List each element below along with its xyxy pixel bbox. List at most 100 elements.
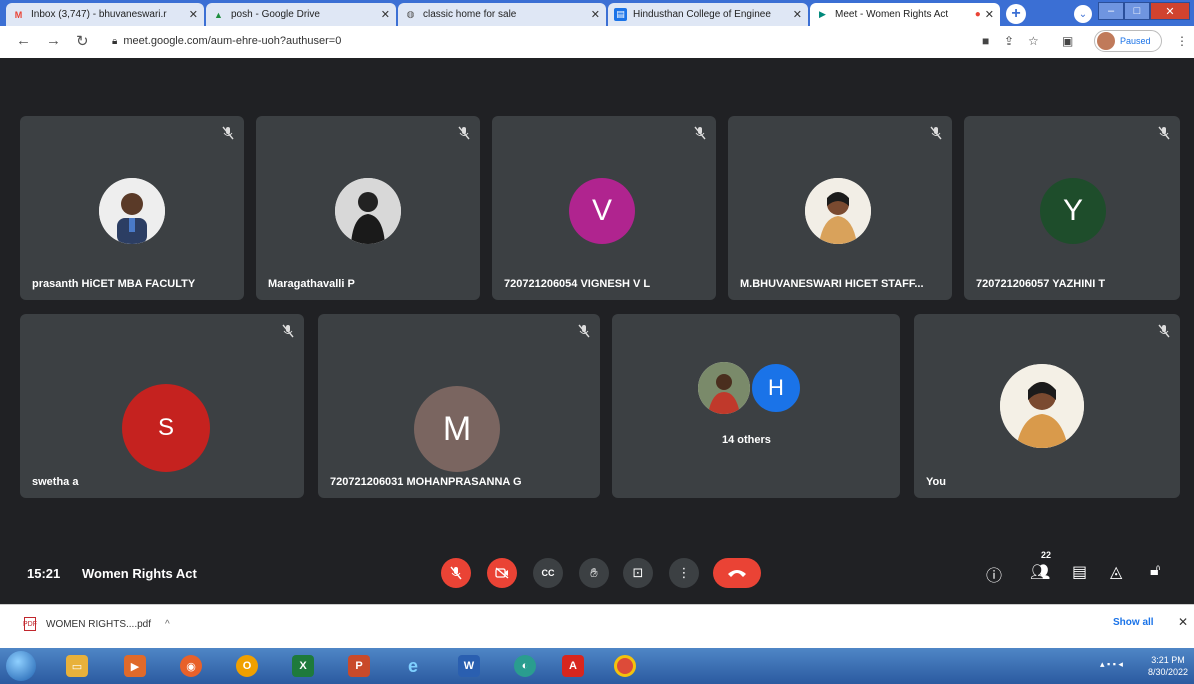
present-icon: ⊡ (632, 565, 644, 580)
close-icon[interactable]: ✕ (793, 8, 802, 21)
leave-call-button[interactable] (713, 558, 761, 588)
word-icon[interactable]: W (458, 655, 480, 677)
edge-icon[interactable]: ◐ (514, 655, 536, 677)
window-close-button[interactable]: ✕ (1150, 2, 1190, 20)
hand-icon: ✋︎ (590, 565, 598, 580)
tab-label: Hindusthan College of Enginee (633, 9, 771, 20)
taskbar: ▭ ▶ ◉ O X P e W ◐ A ▴ ▪ ▪ ◂ 3:21 PM 8/30… (0, 648, 1194, 684)
avatar: S (122, 384, 210, 472)
more-options-button[interactable]: ⋮ (669, 558, 699, 588)
avatar: H (750, 362, 802, 414)
reload-icon[interactable]: ↻ (76, 32, 89, 50)
tab-search-icon[interactable]: ⌄ (1074, 5, 1092, 23)
host-controls-icon[interactable]: 🔓︎ (1150, 562, 1160, 580)
start-button[interactable] (6, 651, 36, 681)
new-tab-button[interactable]: + (1006, 4, 1026, 24)
tab-hindusthan-college[interactable]: ▤ Hindusthan College of Enginee ✕ (608, 3, 808, 26)
close-downloads-button[interactable]: ✕ (1178, 615, 1188, 629)
meeting-title: Women Rights Act (82, 566, 197, 581)
downloads-bar: PDF WOMEN RIGHTS....pdf ^ Show all ✕ (0, 604, 1194, 648)
avatar: Y (1040, 178, 1106, 244)
participant-name: You (926, 476, 946, 488)
tab-meet[interactable]: ▶ Meet - Women Rights Act ● ✕ (810, 3, 1000, 26)
minimize-button[interactable]: – (1098, 2, 1124, 20)
activities-icon[interactable]: ◬ (1110, 562, 1122, 582)
present-button[interactable]: ⊡ (623, 558, 653, 588)
mic-off-icon (282, 324, 294, 338)
url-text: meet.google.com/aum-ehre-uoh?authuser=0 (123, 35, 342, 47)
tab-drive[interactable]: ▲ posh - Google Drive ✕ (206, 3, 396, 26)
clock-time: 3:21 PM (1151, 655, 1185, 665)
side-panel-icon[interactable]: ▣ (1062, 34, 1073, 48)
menu-kebab-icon[interactable]: ⋮ (1176, 34, 1188, 48)
close-icon[interactable]: ✕ (189, 8, 198, 21)
meet-stage: prasanth HiCET MBA FACULTY Maragathavall… (0, 58, 1194, 604)
forward-icon[interactable]: → (46, 32, 61, 49)
mic-off-icon (1158, 324, 1170, 338)
info-icon[interactable]: ⓘ (986, 562, 1002, 586)
taskbar-clock[interactable]: 3:21 PM 8/30/2022 (1148, 654, 1188, 678)
share-icon[interactable]: ⇪ (1004, 34, 1014, 48)
avatar (698, 362, 750, 414)
tab-gmail[interactable]: M Inbox (3,747) - bhuvaneswari.r ✕ (6, 3, 204, 26)
more-vert-icon: ⋮ (677, 565, 691, 580)
captions-button[interactable]: CC (533, 558, 563, 588)
bookmark-star-icon[interactable]: ☆ (1028, 34, 1039, 48)
participant-tile[interactable]: Maragathavalli P (256, 116, 480, 300)
chrome-icon[interactable] (614, 655, 636, 677)
back-icon[interactable]: ← (16, 32, 31, 49)
address-bar: ← → ↻ 🔒︎ meet.google.com/aum-ehre-uoh?aut… (0, 26, 1194, 58)
tab-label: classic home for sale (423, 9, 517, 20)
college-icon: ▤ (614, 8, 627, 21)
excel-icon[interactable]: X (292, 655, 314, 677)
tab-label: Meet - Women Rights Act (835, 9, 949, 20)
participant-tile[interactable]: prasanth HiCET MBA FACULTY (20, 116, 244, 300)
raise-hand-button[interactable]: ✋︎ (579, 558, 609, 588)
participant-tile[interactable]: M.BHUVANESWARI HICET STAFF... (728, 116, 952, 300)
powerpoint-icon[interactable]: P (348, 655, 370, 677)
globe-icon: ◍ (406, 9, 415, 19)
participant-tile[interactable]: S swetha a (20, 314, 304, 498)
system-tray-icons[interactable]: ▴ ▪ ▪ ◂ (1100, 659, 1123, 670)
window-controls: – □ ✕ (1098, 2, 1190, 20)
media-player-icon[interactable]: ▶ (124, 655, 146, 677)
chevron-up-icon[interactable]: ^ (165, 619, 170, 630)
explorer-icon[interactable]: ▭ (66, 655, 88, 677)
avatar (335, 178, 401, 244)
opera-icon[interactable]: O (236, 655, 258, 677)
mic-off-icon (458, 126, 470, 140)
download-item[interactable]: PDF WOMEN RIGHTS....pdf ^ (23, 617, 170, 631)
participant-name: Maragathavalli P (268, 278, 355, 290)
close-icon[interactable]: ✕ (381, 8, 390, 21)
firefox-icon[interactable]: ◉ (180, 655, 202, 677)
chat-icon[interactable]: ▤ (1072, 562, 1087, 582)
profile-button[interactable]: Paused (1094, 30, 1162, 52)
show-all-button[interactable]: Show all (1113, 617, 1154, 628)
participant-tile[interactable]: M 720721206031 MOHANPRASANNA G (318, 314, 600, 498)
acrobat-icon[interactable]: A (562, 655, 584, 677)
participant-tile[interactable]: Y 720721206057 YAZHINI T (964, 116, 1180, 300)
participant-name: 720721206054 VIGNESH V L (504, 278, 651, 290)
meet-control-bar: 15:21 Women Rights Act CC ✋︎ ⊡ ⋮ ⓘ 22 👥︎… (0, 542, 1194, 604)
profile-status: Paused (1120, 36, 1151, 46)
close-icon[interactable]: ✕ (591, 8, 600, 21)
camera-icon[interactable]: ■ (982, 34, 989, 48)
mic-off-icon (578, 324, 590, 338)
pdf-icon: PDF (23, 617, 37, 631)
maximize-button[interactable]: □ (1124, 2, 1150, 20)
participant-tile[interactable]: V 720721206054 VIGNESH V L (492, 116, 716, 300)
avatar (805, 178, 871, 244)
self-tile[interactable]: You (914, 314, 1180, 498)
camera-toggle-button[interactable] (487, 558, 517, 588)
avatar (1000, 364, 1084, 448)
people-icon[interactable]: 👥︎ (1030, 562, 1050, 582)
mic-toggle-button[interactable] (441, 558, 471, 588)
tab-label: Inbox (3,747) - bhuvaneswari.r (31, 9, 167, 20)
tab-classic-home[interactable]: ◍ classic home for sale ✕ (398, 3, 606, 26)
internet-explorer-icon[interactable]: e (402, 655, 424, 677)
download-filename: WOMEN RIGHTS....pdf (46, 618, 152, 630)
others-tile[interactable]: H 14 others (612, 314, 900, 498)
url-field[interactable]: 🔒︎ meet.google.com/aum-ehre-uoh?authuser=… (112, 35, 341, 47)
close-icon[interactable]: ✕ (985, 8, 994, 21)
participant-count: 22 (1041, 550, 1052, 560)
